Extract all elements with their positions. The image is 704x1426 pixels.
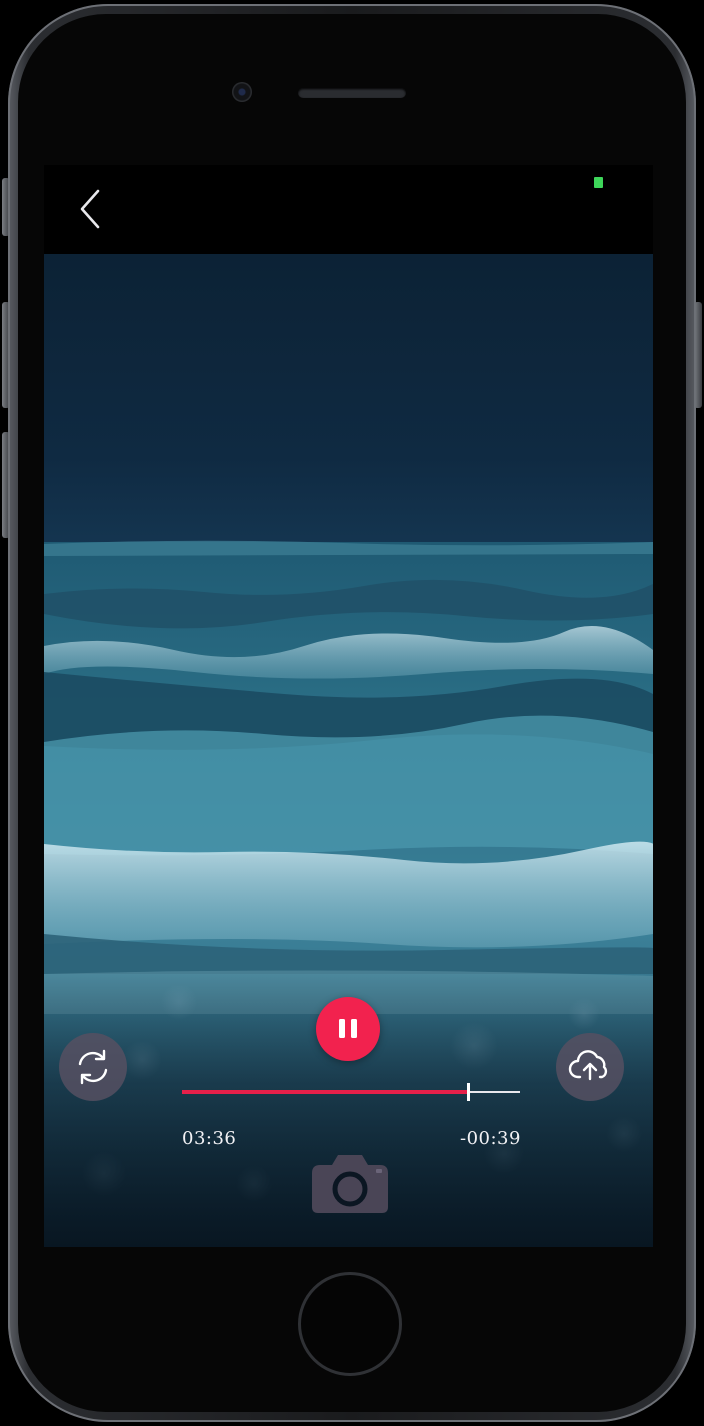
top-bar (44, 165, 653, 254)
earpiece-speaker (298, 88, 406, 98)
app-screen: 03:36 -00:39 (44, 165, 653, 1247)
pause-button[interactable] (316, 997, 380, 1061)
back-button[interactable] (70, 185, 114, 235)
video-viewport: 03:36 -00:39 (44, 254, 653, 1247)
home-button[interactable] (298, 1272, 402, 1376)
phone-frame: 03:36 -00:39 (0, 0, 704, 1426)
progress-thumb[interactable] (467, 1083, 471, 1101)
cloud-upload-icon (568, 1050, 608, 1081)
switch-camera-button[interactable] (59, 1033, 127, 1101)
camera-icon (312, 1155, 388, 1213)
pause-icon (351, 1019, 357, 1038)
refresh-icon (78, 1049, 108, 1085)
camera-button[interactable] (306, 1149, 394, 1217)
progress-fill (182, 1090, 469, 1094)
pause-icon (339, 1019, 345, 1038)
upload-button[interactable] (556, 1033, 624, 1101)
chevron-left-icon (80, 189, 100, 229)
recording-indicator (594, 177, 603, 188)
remaining-time: -00:39 (460, 1128, 521, 1149)
playback-progress-slider[interactable] (182, 1080, 520, 1104)
front-camera (232, 82, 252, 102)
elapsed-time: 03:36 (182, 1128, 237, 1149)
